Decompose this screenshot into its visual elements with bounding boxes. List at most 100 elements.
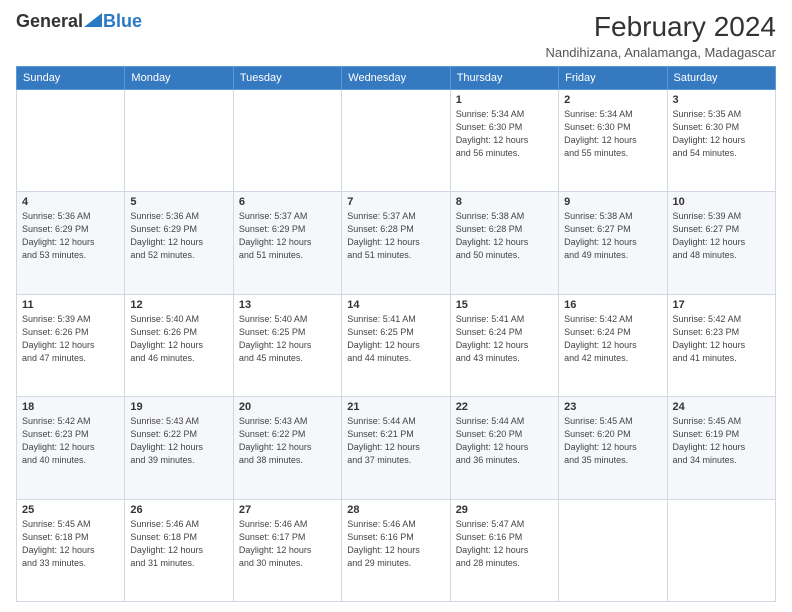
- col-wednesday: Wednesday: [342, 66, 450, 89]
- table-row: 17 Sunrise: 5:42 AM Sunset: 6:23 PM Dayli…: [667, 294, 775, 396]
- day-number: 7: [347, 196, 444, 208]
- day-detail: Sunrise: 5:34 AM Sunset: 6:30 PM Dayligh…: [564, 108, 661, 160]
- day-detail: Sunrise: 5:42 AM Sunset: 6:23 PM Dayligh…: [22, 415, 119, 467]
- logo: General Blue: [16, 12, 142, 30]
- day-number: 13: [239, 299, 336, 311]
- table-row: 29Sunrise: 5:47 AM Sunset: 6:16 PM Dayli…: [450, 499, 558, 601]
- table-row: 3Sunrise: 5:35 AM Sunset: 6:30 PM Daylig…: [667, 89, 775, 191]
- day-detail: Sunrise: 5:44 AM Sunset: 6:20 PM Dayligh…: [456, 415, 553, 467]
- calendar-header: Sunday Monday Tuesday Wednesday Thursday…: [17, 66, 776, 89]
- table-row: 7 Sunrise: 5:37 AM Sunset: 6:28 PM Daylig…: [342, 192, 450, 294]
- col-tuesday: Tuesday: [233, 66, 341, 89]
- table-row: 2 Sunrise: 5:34 AM Sunset: 6:30 PM Daylig…: [559, 89, 667, 191]
- calendar-subtitle: Nandihizana, Analamanga, Madagascar: [545, 45, 776, 60]
- logo-general: General: [16, 12, 83, 30]
- day-detail: Sunrise: 5:45 AM Sunset: 6:18 PM Dayligh…: [22, 518, 119, 570]
- day-number: 20: [239, 401, 336, 413]
- calendar-body: 1 Sunrise: 5:34 AM Sunset: 6:30 PM Daylig…: [17, 89, 776, 601]
- title-section: February 2024 Nandihizana, Analamanga, M…: [545, 12, 776, 60]
- day-detail: Sunrise: 5:39 AM Sunset: 6:26 PM Dayligh…: [22, 313, 119, 365]
- day-number: 15: [456, 299, 553, 311]
- col-sunday: Sunday: [17, 66, 125, 89]
- table-row: 25 Sunrise: 5:45 AM Sunset: 6:18 PM Dayli…: [17, 499, 125, 601]
- calendar-week-2: 4 Sunrise: 5:36 AM Sunset: 6:29 PM Daylig…: [17, 192, 776, 294]
- table-row: 23 Sunrise: 5:45 AM Sunset: 6:20 PM Dayli…: [559, 397, 667, 499]
- day-number: 29: [456, 504, 553, 516]
- day-detail: Sunrise: 5:43 AM Sunset: 6:22 PM Dayligh…: [239, 415, 336, 467]
- day-detail: Sunrise: 5:44 AM Sunset: 6:21 PM Dayligh…: [347, 415, 444, 467]
- day-number: 22: [456, 401, 553, 413]
- day-number: 27: [239, 504, 336, 516]
- table-row: [233, 89, 341, 191]
- day-detail: Sunrise: 5:41 AM Sunset: 6:25 PM Dayligh…: [347, 313, 444, 365]
- day-detail: Sunrise: 5:39 AM Sunset: 6:27 PM Dayligh…: [673, 210, 770, 262]
- table-row: 20 Sunrise: 5:43 AM Sunset: 6:22 PM Dayli…: [233, 397, 341, 499]
- col-monday: Monday: [125, 66, 233, 89]
- day-number: 2: [564, 94, 661, 106]
- calendar-table: Sunday Monday Tuesday Wednesday Thursday…: [16, 66, 776, 602]
- calendar-week-5: 25 Sunrise: 5:45 AM Sunset: 6:18 PM Dayli…: [17, 499, 776, 601]
- day-detail: Sunrise: 5:42 AM Sunset: 6:24 PM Dayligh…: [564, 313, 661, 365]
- table-row: 13Sunrise: 5:40 AM Sunset: 6:25 PM Dayli…: [233, 294, 341, 396]
- calendar-week-1: 1 Sunrise: 5:34 AM Sunset: 6:30 PM Daylig…: [17, 89, 776, 191]
- day-number: 5: [130, 196, 227, 208]
- day-number: 12: [130, 299, 227, 311]
- calendar-week-3: 11 Sunrise: 5:39 AM Sunset: 6:26 PM Dayli…: [17, 294, 776, 396]
- day-number: 28: [347, 504, 444, 516]
- table-row: 11 Sunrise: 5:39 AM Sunset: 6:26 PM Dayli…: [17, 294, 125, 396]
- day-detail: Sunrise: 5:38 AM Sunset: 6:28 PM Dayligh…: [456, 210, 553, 262]
- table-row: [667, 499, 775, 601]
- table-row: [342, 89, 450, 191]
- day-detail: Sunrise: 5:42 AM Sunset: 6:23 PM Dayligh…: [673, 313, 770, 365]
- day-number: 23: [564, 401, 661, 413]
- day-number: 10: [673, 196, 770, 208]
- table-row: [17, 89, 125, 191]
- day-detail: Sunrise: 5:37 AM Sunset: 6:28 PM Dayligh…: [347, 210, 444, 262]
- col-friday: Friday: [559, 66, 667, 89]
- day-detail: Sunrise: 5:45 AM Sunset: 6:20 PM Dayligh…: [564, 415, 661, 467]
- day-number: 24: [673, 401, 770, 413]
- table-row: 15Sunrise: 5:41 AM Sunset: 6:24 PM Dayli…: [450, 294, 558, 396]
- table-row: 21 Sunrise: 5:44 AM Sunset: 6:21 PM Dayli…: [342, 397, 450, 499]
- day-detail: Sunrise: 5:46 AM Sunset: 6:18 PM Dayligh…: [130, 518, 227, 570]
- day-number: 21: [347, 401, 444, 413]
- table-row: 18 Sunrise: 5:42 AM Sunset: 6:23 PM Dayli…: [17, 397, 125, 499]
- header: General Blue February 2024 Nandihizana, …: [16, 12, 776, 60]
- table-row: 14 Sunrise: 5:41 AM Sunset: 6:25 PM Dayli…: [342, 294, 450, 396]
- day-number: 6: [239, 196, 336, 208]
- day-number: 19: [130, 401, 227, 413]
- table-row: 28 Sunrise: 5:46 AM Sunset: 6:16 PM Dayli…: [342, 499, 450, 601]
- col-thursday: Thursday: [450, 66, 558, 89]
- table-row: 16 Sunrise: 5:42 AM Sunset: 6:24 PM Dayli…: [559, 294, 667, 396]
- header-row: Sunday Monday Tuesday Wednesday Thursday…: [17, 66, 776, 89]
- day-number: 1: [456, 94, 553, 106]
- day-detail: Sunrise: 5:46 AM Sunset: 6:16 PM Dayligh…: [347, 518, 444, 570]
- table-row: 10 Sunrise: 5:39 AM Sunset: 6:27 PM Dayli…: [667, 192, 775, 294]
- day-number: 18: [22, 401, 119, 413]
- day-number: 14: [347, 299, 444, 311]
- day-number: 4: [22, 196, 119, 208]
- logo-text: General Blue: [16, 12, 142, 30]
- day-detail: Sunrise: 5:36 AM Sunset: 6:29 PM Dayligh…: [22, 210, 119, 262]
- day-detail: Sunrise: 5:46 AM Sunset: 6:17 PM Dayligh…: [239, 518, 336, 570]
- day-number: 8: [456, 196, 553, 208]
- col-saturday: Saturday: [667, 66, 775, 89]
- table-row: 1Sunrise: 5:34 AM Sunset: 6:30 PM Daylig…: [450, 89, 558, 191]
- day-detail: Sunrise: 5:45 AM Sunset: 6:19 PM Dayligh…: [673, 415, 770, 467]
- day-detail: Sunrise: 5:37 AM Sunset: 6:29 PM Dayligh…: [239, 210, 336, 262]
- logo-blue: Blue: [103, 12, 142, 30]
- table-row: 24 Sunrise: 5:45 AM Sunset: 6:19 PM Dayli…: [667, 397, 775, 499]
- calendar-page: General Blue February 2024 Nandihizana, …: [0, 0, 792, 612]
- day-detail: Sunrise: 5:43 AM Sunset: 6:22 PM Dayligh…: [130, 415, 227, 467]
- day-number: 25: [22, 504, 119, 516]
- logo-icon: [84, 13, 102, 27]
- table-row: 12 Sunrise: 5:40 AM Sunset: 6:26 PM Dayli…: [125, 294, 233, 396]
- day-number: 3: [673, 94, 770, 106]
- table-row: 6 Sunrise: 5:37 AM Sunset: 6:29 PM Daylig…: [233, 192, 341, 294]
- day-number: 16: [564, 299, 661, 311]
- table-row: [559, 499, 667, 601]
- day-detail: Sunrise: 5:40 AM Sunset: 6:26 PM Dayligh…: [130, 313, 227, 365]
- day-number: 17: [673, 299, 770, 311]
- day-number: 11: [22, 299, 119, 311]
- table-row: 26Sunrise: 5:46 AM Sunset: 6:18 PM Dayli…: [125, 499, 233, 601]
